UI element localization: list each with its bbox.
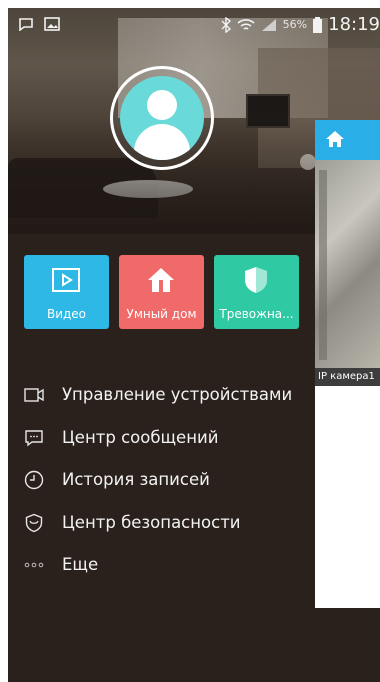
- shield-icon: [245, 267, 267, 293]
- panel-toolbar: [315, 120, 380, 160]
- wifi-icon: [237, 18, 255, 30]
- notification-icon: [19, 18, 33, 31]
- home-icon: [148, 268, 174, 292]
- status-bar: 56% 18:19: [8, 8, 380, 44]
- camera-label: IP камера1: [315, 368, 380, 386]
- camera-icon: [24, 388, 44, 402]
- menu-item-label: Управление устройствами: [62, 385, 293, 404]
- camera-preview[interactable]: [315, 160, 380, 368]
- bluetooth-icon: [221, 16, 231, 33]
- menu-item-label: Центр безопасности: [62, 512, 241, 532]
- main-content-panel[interactable]: IP камера1: [315, 120, 380, 608]
- menu-item-label: История записей: [62, 470, 210, 489]
- battery-icon: [313, 16, 323, 33]
- menu-item-label: Еще: [62, 555, 99, 574]
- more-icon: [24, 562, 44, 568]
- menu-item-device-management[interactable]: Управление устройствами: [8, 376, 315, 419]
- drawer-menu: Управление устройствами Центр сообщений …: [8, 376, 315, 589]
- gallery-icon: [44, 17, 60, 31]
- profile-avatar[interactable]: [110, 66, 214, 170]
- tile-smart-home-label: Умный дом: [126, 307, 197, 321]
- history-icon: [24, 470, 44, 490]
- tile-video[interactable]: Видео: [24, 255, 109, 329]
- menu-item-history[interactable]: История записей: [8, 461, 315, 504]
- menu-item-security-center[interactable]: Центр безопасности: [8, 504, 315, 547]
- battery-percent: 56%: [282, 18, 308, 31]
- message-icon: [25, 429, 43, 446]
- video-play-icon: [52, 268, 80, 292]
- home-icon[interactable]: [325, 130, 345, 148]
- user-avatar-icon: [120, 76, 204, 160]
- menu-item-label: Центр сообщений: [62, 427, 219, 447]
- quick-tiles: Видео Умный дом Тревожна...: [24, 255, 314, 329]
- signal-icon: [261, 18, 276, 31]
- tile-video-label: Видео: [46, 307, 87, 321]
- tile-alarm[interactable]: Тревожна...: [214, 255, 299, 329]
- status-clock: 18:19: [328, 14, 380, 35]
- tile-smart-home[interactable]: Умный дом: [119, 255, 204, 329]
- menu-item-messages[interactable]: Центр сообщений: [8, 419, 315, 462]
- tile-alarm-label: Тревожна...: [219, 307, 294, 321]
- screen: 56% 18:19 IP камера1 Видео Умный дом Тре…: [8, 8, 380, 682]
- menu-item-more[interactable]: Еще: [8, 546, 315, 589]
- shield-outline-icon: [25, 513, 43, 532]
